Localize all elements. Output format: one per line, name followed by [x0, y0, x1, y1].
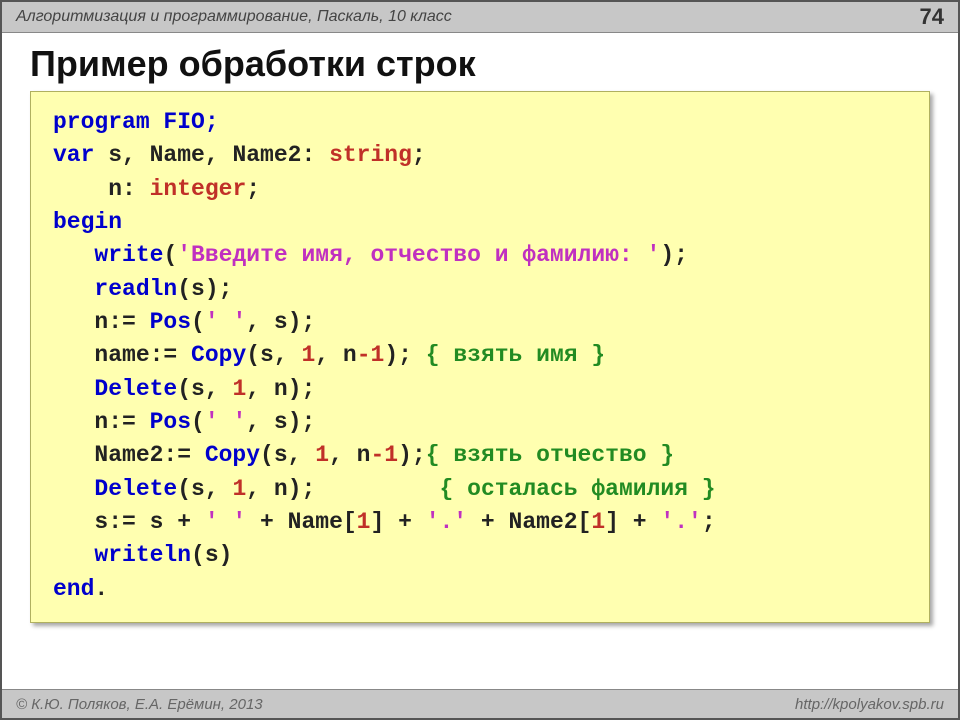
kw-begin: begin	[53, 209, 122, 235]
args: , n	[329, 442, 370, 468]
semi: ;	[702, 509, 716, 535]
args: (s,	[246, 342, 301, 368]
indent: n:	[53, 176, 150, 202]
comment: { взять имя }	[412, 342, 605, 368]
footer-bar: © К.Ю. Поляков, Е.А. Ерёмин, 2013 http:/…	[2, 689, 958, 718]
type-string: string	[329, 142, 412, 168]
paren: );	[398, 442, 426, 468]
footer-url: http://kpolyakov.spb.ru	[795, 696, 944, 713]
num: 1	[232, 476, 246, 502]
fn-write: write	[94, 242, 163, 268]
var-decl: s, Name, Name2:	[94, 142, 329, 168]
args: (s);	[177, 276, 232, 302]
paren: );	[384, 342, 412, 368]
kw-var: var	[53, 142, 94, 168]
txt: + Name2[	[467, 509, 591, 535]
kw-end: end	[53, 576, 94, 602]
paren: (	[191, 409, 205, 435]
footer-author: © К.Ю. Поляков, Е.А. Ерёмин, 2013	[16, 696, 263, 713]
fn-pos: Pos	[150, 409, 191, 435]
args: (s)	[191, 542, 232, 568]
header-bar: Алгоритмизация и программирование, Паска…	[2, 2, 958, 33]
args: (s,	[177, 376, 232, 402]
string-lit: '.'	[426, 509, 467, 535]
code-card: program FIO; var s, Name, Name2: string;…	[30, 91, 930, 623]
num: -1	[371, 442, 399, 468]
comment: { взять отчество }	[426, 442, 674, 468]
txt: ] +	[605, 509, 660, 535]
semi: ;	[246, 176, 260, 202]
type-integer: integer	[150, 176, 247, 202]
paren: (	[163, 242, 177, 268]
slide: Алгоритмизация и программирование, Паска…	[0, 0, 960, 720]
indent	[53, 376, 94, 402]
fn-delete: Delete	[94, 476, 177, 502]
breadcrumb: Алгоритмизация и программирование, Паска…	[16, 8, 452, 26]
args: (s,	[177, 476, 232, 502]
args: , n);	[246, 376, 315, 402]
args: , n);	[246, 476, 315, 502]
paren: (	[191, 309, 205, 335]
num: 1	[301, 342, 315, 368]
indent: Name2:=	[53, 442, 205, 468]
num: 1	[591, 509, 605, 535]
page-title: Пример обработки строк	[2, 33, 958, 91]
indent: n:=	[53, 409, 150, 435]
comment: { осталась фамилия }	[440, 476, 716, 502]
dot: .	[94, 576, 108, 602]
txt: ] +	[370, 509, 425, 535]
txt: + Name[	[246, 509, 356, 535]
num: 1	[232, 376, 246, 402]
prog-name: FIO;	[150, 109, 219, 135]
indent: n:=	[53, 309, 150, 335]
indent: name:=	[53, 342, 191, 368]
string-lit: 'Введите имя, отчество и фамилию: '	[177, 242, 660, 268]
pad	[315, 476, 439, 502]
indent	[53, 242, 94, 268]
args: , s);	[246, 409, 315, 435]
page-number: 74	[920, 4, 944, 30]
fn-readln: readln	[94, 276, 177, 302]
fn-writeln: writeln	[94, 542, 191, 568]
string-lit: ' '	[205, 409, 246, 435]
num: -1	[357, 342, 385, 368]
args: , s);	[246, 309, 315, 335]
num: 1	[315, 442, 329, 468]
indent	[53, 476, 94, 502]
fn-pos: Pos	[150, 309, 191, 335]
args: (s,	[260, 442, 315, 468]
kw-program: program	[53, 109, 150, 135]
code-block: program FIO; var s, Name, Name2: string;…	[53, 106, 907, 606]
semi: ;	[412, 142, 426, 168]
fn-delete: Delete	[94, 376, 177, 402]
indent	[53, 276, 94, 302]
string-lit: '.'	[660, 509, 701, 535]
num: 1	[357, 509, 371, 535]
paren: );	[660, 242, 688, 268]
indent	[53, 542, 94, 568]
string-lit: ' '	[205, 509, 246, 535]
fn-copy: Copy	[191, 342, 246, 368]
indent: s:= s +	[53, 509, 205, 535]
fn-copy: Copy	[205, 442, 260, 468]
args: , n	[315, 342, 356, 368]
string-lit: ' '	[205, 309, 246, 335]
